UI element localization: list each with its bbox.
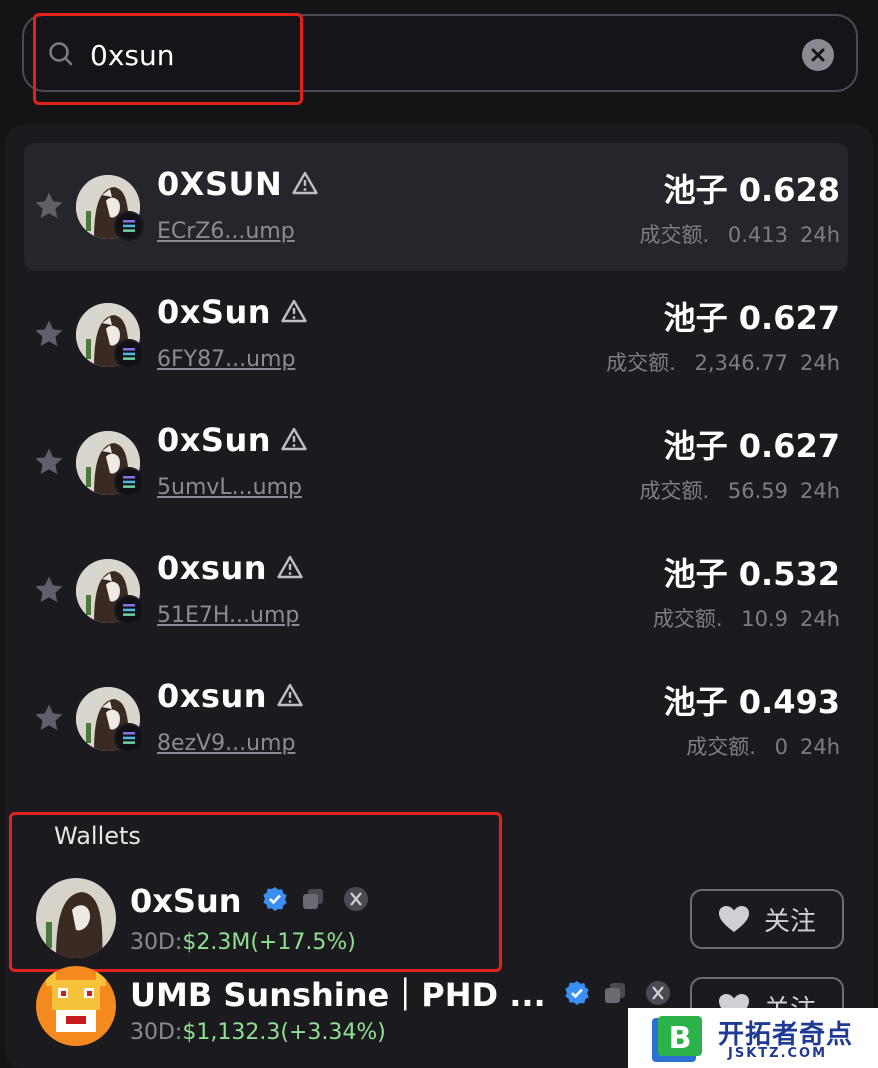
warning-icon (292, 171, 318, 195)
token-name[interactable]: 0xSun (157, 421, 307, 459)
heart-icon (718, 906, 749, 932)
token-address[interactable]: 6FY87...ump (157, 347, 295, 372)
warning-icon (281, 427, 307, 451)
pool-value: 池子 0.628 (663, 171, 840, 209)
volume-text: 成交额. 10.9 24h (652, 607, 840, 631)
watermark: B 开拓者奇点 JSKTZ.COM (628, 1008, 878, 1068)
token-address[interactable]: 51E7H...ump (157, 603, 299, 628)
token-name[interactable]: 0XSUN (157, 165, 318, 203)
volume-text: 成交额. 0.413 24h (639, 223, 840, 247)
solana-icon (114, 339, 144, 369)
solana-icon (114, 211, 144, 241)
wallet-name[interactable]: UMB Sunshine｜PHD ... (130, 970, 671, 1016)
warning-icon (281, 299, 307, 323)
watermark-logo-icon: B (652, 1016, 702, 1062)
pool-value: 池子 0.532 (663, 555, 840, 593)
watermark-domain: JSKTZ.COM (728, 1046, 828, 1061)
wallet-highlight-box (9, 812, 502, 972)
token-row[interactable]: 0xsun 51E7H...ump 池子 0.532 成交额. 10.9 24h (24, 527, 848, 655)
pool-value: 池子 0.627 (663, 299, 840, 337)
copy-icon[interactable] (602, 980, 628, 1006)
warning-icon (277, 683, 303, 707)
close-icon (811, 48, 825, 62)
warning-icon (277, 555, 303, 579)
wallet-avatar (36, 966, 116, 1046)
solana-icon (114, 467, 144, 497)
verified-icon (565, 981, 589, 1005)
volume-text: 成交额. 0 24h (686, 735, 840, 759)
token-name[interactable]: 0xsun (157, 677, 303, 715)
follow-button[interactable]: 关注 (690, 889, 844, 949)
volume-text: 成交额. 56.59 24h (639, 479, 840, 503)
token-name[interactable]: 0xSun (157, 293, 307, 331)
token-row[interactable]: 0xSun 6FY87...ump 池子 0.627 成交额. 2,346.77… (24, 271, 848, 399)
star-icon[interactable] (32, 573, 66, 607)
token-row[interactable]: 0xSun 5umvL...ump 池子 0.627 成交额. 56.59 24h (24, 399, 848, 527)
token-address[interactable]: ECrZ6...ump (157, 219, 295, 244)
pool-value: 池子 0.493 (663, 683, 840, 721)
star-icon[interactable] (32, 189, 66, 223)
token-address[interactable]: 5umvL...ump (157, 475, 302, 500)
x-twitter-icon[interactable] (645, 980, 671, 1006)
star-icon[interactable] (32, 701, 66, 735)
solana-icon (114, 723, 144, 753)
token-address[interactable]: 8ezV9...ump (157, 731, 295, 756)
volume-text: 成交额. 2,346.77 24h (606, 351, 840, 375)
search-highlight-box (33, 13, 303, 105)
clear-search-button[interactable] (802, 39, 834, 71)
star-icon[interactable] (32, 317, 66, 351)
token-name[interactable]: 0xsun (157, 549, 303, 587)
svg-text:B: B (669, 1021, 692, 1056)
star-icon[interactable] (32, 445, 66, 479)
token-row[interactable]: 0xsun 8ezV9...ump 池子 0.493 成交额. 0 24h (24, 655, 848, 783)
wallet-stats: 30D:$1,132.3(+3.34%) (130, 1020, 386, 1045)
solana-icon (114, 595, 144, 625)
token-row[interactable]: 0XSUN ECrZ6...ump 池子 0.628 成交额. 0.413 24h (24, 143, 848, 271)
pool-value: 池子 0.627 (663, 427, 840, 465)
